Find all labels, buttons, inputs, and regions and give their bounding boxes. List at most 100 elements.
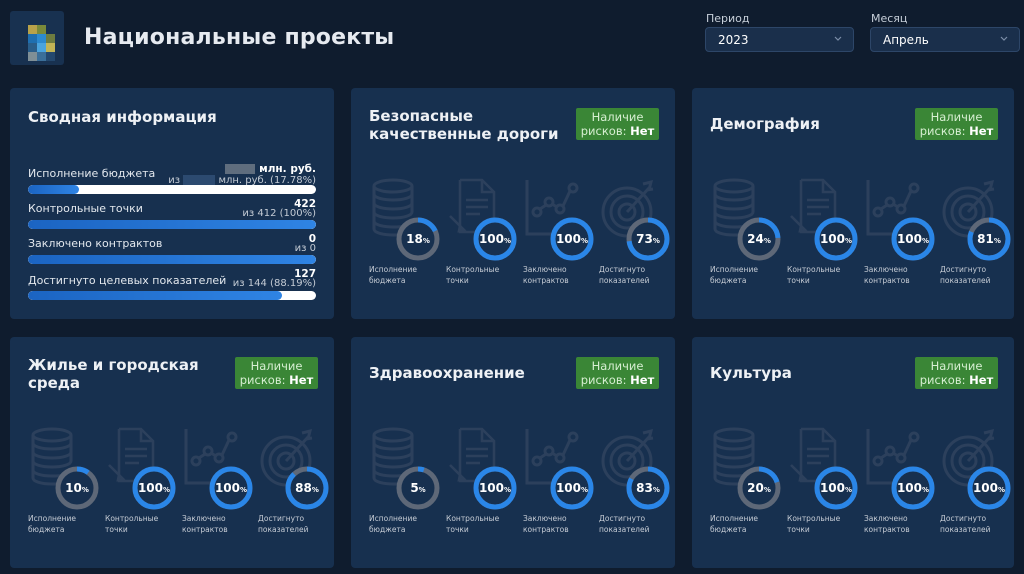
project-title: Здравоохранение bbox=[369, 364, 525, 382]
metric-label: Достигнуто показателей bbox=[940, 264, 1020, 286]
logo-pixel bbox=[46, 43, 55, 52]
metric-label-line: Исполнение bbox=[369, 265, 417, 274]
metric-value: 100% bbox=[813, 465, 859, 511]
metric-label: Контрольные точки bbox=[787, 513, 867, 535]
percent-sign: % bbox=[763, 486, 771, 494]
metric-label: Исполнение бюджета bbox=[28, 513, 108, 535]
risk-badge-value: Нет bbox=[969, 124, 994, 138]
project-card[interactable]: Жилье и городская среда Наличие рисков: Нет… bbox=[10, 337, 334, 568]
logo-pixel bbox=[28, 43, 37, 52]
metric-label-line: Исполнение bbox=[710, 514, 758, 523]
metric-contracts: 100% Заключено контрактов bbox=[864, 425, 935, 555]
metric-indicators: 81% Достигнуто показателей bbox=[940, 176, 1012, 306]
project-title-line: Жилье и городская bbox=[28, 356, 199, 374]
metric-label-line: точки bbox=[446, 276, 469, 285]
metric-value: 100% bbox=[472, 216, 518, 262]
percent-sign: % bbox=[922, 237, 930, 245]
masked-value bbox=[183, 175, 216, 185]
metric-label-line: Исполнение bbox=[710, 265, 758, 274]
summary-row-sub: из 412 (100%) bbox=[242, 208, 316, 219]
percent-sign: % bbox=[581, 237, 589, 245]
logo-pixel bbox=[37, 34, 46, 43]
metric-number: 24 bbox=[747, 232, 764, 246]
project-card[interactable]: Здравоохранение Наличие рисков: Нет 5% Испо… bbox=[351, 337, 675, 568]
logo-pixel bbox=[28, 25, 37, 34]
risk-badge-prefix: рисков: bbox=[239, 373, 286, 387]
percent-sign: % bbox=[998, 486, 1006, 494]
period-select[interactable]: 2023 bbox=[705, 27, 854, 52]
metric-number: 100 bbox=[555, 481, 582, 495]
percent-sign: % bbox=[581, 486, 589, 494]
metric-label-line: бюджета bbox=[28, 525, 65, 534]
logo-pixel bbox=[37, 25, 46, 34]
metric-value: 100% bbox=[472, 465, 518, 511]
metric-number: 100 bbox=[972, 481, 999, 495]
metric-label-line: Достигнуто bbox=[258, 514, 305, 523]
metric-label-line: Достигнуто bbox=[599, 265, 646, 274]
metric-contracts: 100% Заключено контрактов bbox=[182, 425, 253, 555]
project-title-line: Безопасные bbox=[369, 107, 474, 125]
metric-number: 10 bbox=[65, 481, 82, 495]
progress-bar-fill bbox=[28, 185, 80, 194]
percent-sign: % bbox=[163, 486, 171, 494]
risk-badge-status: рисков: Нет bbox=[235, 373, 318, 387]
project-title-line: среда bbox=[28, 374, 81, 392]
summary-row-sub: из 0 bbox=[294, 243, 316, 254]
progress-bar bbox=[28, 220, 316, 229]
metric-value: 83% bbox=[625, 465, 671, 511]
risk-badge-label: Наличие bbox=[930, 110, 983, 124]
project-card[interactable]: Демография Наличие рисков: Нет 24% Исполнен… bbox=[692, 88, 1014, 319]
risk-status-badge: Наличие рисков: Нет bbox=[576, 108, 659, 140]
metric-label-line: Заключено bbox=[864, 514, 908, 523]
summary-row-label: Исполнение бюджета bbox=[28, 167, 156, 180]
metric-indicators: 100% Достигнуто показателей bbox=[940, 425, 1012, 555]
summary-row-checkpoints: Контрольные точки 422 из 412 (100%) bbox=[28, 198, 316, 229]
risk-status-badge: Наличие рисков: Нет bbox=[576, 357, 659, 389]
metric-number: 18 bbox=[406, 232, 423, 246]
risk-badge-prefix: рисков: bbox=[580, 124, 627, 138]
progress-bar-fill bbox=[28, 255, 316, 264]
percent-sign: % bbox=[504, 486, 512, 494]
logo-pixel bbox=[28, 34, 37, 43]
risk-status-badge: Наличие рисков: Нет bbox=[235, 357, 318, 389]
progress-bar-fill bbox=[28, 291, 282, 300]
percent-sign: % bbox=[240, 486, 248, 494]
progress-bar-fill bbox=[28, 220, 316, 229]
metric-number: 83 bbox=[636, 481, 653, 495]
metric-label-line: Достигнуто bbox=[940, 514, 987, 523]
metric-label-line: Достигнуто bbox=[599, 514, 646, 523]
project-title: Демография bbox=[710, 115, 820, 133]
metric-label: Контрольные точки bbox=[105, 513, 185, 535]
metric-label-line: точки bbox=[446, 525, 469, 534]
metric-number: 81 bbox=[977, 232, 994, 246]
project-title-line: Культура bbox=[710, 364, 792, 382]
metric-label-line: Достигнуто bbox=[940, 265, 987, 274]
metric-number: 100 bbox=[819, 232, 846, 246]
metric-label-line: Заключено bbox=[182, 514, 226, 523]
metric-label-line: контрактов bbox=[523, 525, 569, 534]
risk-badge-status: рисков: Нет bbox=[576, 373, 659, 387]
risk-badge-status: рисков: Нет bbox=[915, 373, 998, 387]
metric-label-line: Заключено bbox=[523, 265, 567, 274]
risk-status-badge: Наличие рисков: Нет bbox=[915, 357, 998, 389]
metric-checkpoints: 100% Контрольные точки bbox=[446, 425, 518, 555]
metric-label-line: Заключено bbox=[523, 514, 567, 523]
metric-number: 88 bbox=[295, 481, 312, 495]
metric-label-line: показателей bbox=[940, 276, 991, 285]
metric-label-line: Контрольные bbox=[446, 265, 500, 274]
project-card[interactable]: Культура Наличие рисков: Нет 20% Исполнение… bbox=[692, 337, 1014, 568]
app-logo bbox=[10, 11, 64, 65]
progress-bar bbox=[28, 291, 316, 300]
metric-value: 100% bbox=[966, 465, 1012, 511]
month-select[interactable]: Апрель bbox=[870, 27, 1020, 52]
risk-badge-prefix: рисков: bbox=[919, 373, 966, 387]
metric-label: Исполнение бюджета bbox=[369, 513, 449, 535]
summary-title: Сводная информация bbox=[28, 108, 217, 126]
metric-label-line: Исполнение bbox=[369, 514, 417, 523]
metric-budget: 18% Исполнение бюджета bbox=[369, 176, 440, 306]
metric-number: 100 bbox=[555, 232, 582, 246]
risk-badge-label: Наличие bbox=[591, 359, 644, 373]
metric-value: 5% bbox=[395, 465, 441, 511]
project-card[interactable]: Безопасные качественные дороги Наличие риск… bbox=[351, 88, 675, 319]
metric-value: 81% bbox=[966, 216, 1012, 262]
